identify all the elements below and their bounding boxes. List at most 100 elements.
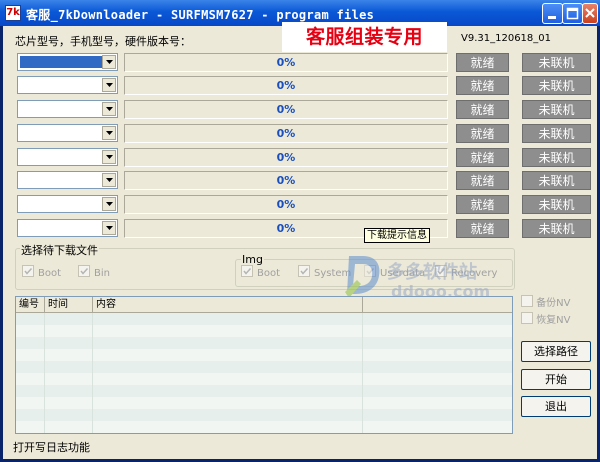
- port-connection-status: 未联机: [522, 219, 591, 238]
- log-row[interactable]: [16, 361, 512, 373]
- log-row[interactable]: [16, 349, 512, 361]
- boot-checkbox-box[interactable]: [22, 265, 34, 277]
- img-boot-checkbox-box[interactable]: [241, 265, 253, 277]
- bin-checkbox-box[interactable]: [78, 265, 90, 277]
- chevron-down-icon: [106, 83, 113, 87]
- port-connection-status: 未联机: [522, 100, 591, 119]
- port-connection-status: 未联机: [522, 148, 591, 167]
- check-icon: [243, 267, 252, 275]
- port-progress-bar: 0%: [124, 124, 448, 143]
- log-row[interactable]: [16, 409, 512, 421]
- port-row: 0% 就绪 未联机: [3, 148, 600, 168]
- port-select[interactable]: [17, 171, 118, 189]
- check-icon: [24, 267, 33, 275]
- img-system-checkbox-box[interactable]: [298, 265, 310, 277]
- bin-label: Bin: [94, 268, 110, 279]
- port-select[interactable]: [17, 148, 118, 166]
- log-col-content[interactable]: 内容: [93, 297, 363, 312]
- minimize-button[interactable]: [542, 3, 563, 24]
- download-tip-tooltip: 下载提示信息: [364, 228, 430, 243]
- port-select[interactable]: [17, 100, 118, 118]
- port-select[interactable]: [17, 124, 118, 142]
- dropdown-arrow-button[interactable]: [102, 126, 116, 140]
- chevron-down-icon: [106, 178, 113, 182]
- port-ready-status: 就绪: [456, 219, 509, 238]
- watermark-text-cn: 多多软件站: [387, 262, 477, 283]
- maximize-icon: [566, 7, 579, 20]
- check-icon: [80, 267, 89, 275]
- dropdown-arrow-button[interactable]: [102, 102, 116, 116]
- promo-banner: 客服组装专用: [282, 22, 447, 52]
- port-ready-status: 就绪: [456, 148, 509, 167]
- log-row[interactable]: [16, 385, 512, 397]
- port-ready-status: 就绪: [456, 171, 509, 190]
- backup-nv-checkbox[interactable]: 备份NV: [521, 294, 571, 309]
- dropdown-arrow-button[interactable]: [102, 173, 116, 187]
- port-ready-status: 就绪: [456, 53, 509, 72]
- dropdown-arrow-button[interactable]: [102, 78, 116, 92]
- bin-checkbox[interactable]: Bin: [78, 265, 110, 279]
- boot-checkbox[interactable]: Boot: [22, 265, 61, 279]
- log-row[interactable]: [16, 397, 512, 409]
- port-ready-status: 就绪: [456, 100, 509, 119]
- port-select[interactable]: [17, 195, 118, 213]
- log-col-time[interactable]: 时间: [45, 297, 93, 312]
- port-connection-status: 未联机: [522, 53, 591, 72]
- port-row: 0% 就绪 未联机: [3, 195, 600, 215]
- port-connection-status: 未联机: [522, 195, 591, 214]
- choose-path-button[interactable]: 选择路径: [521, 341, 591, 362]
- exit-button[interactable]: 退出: [521, 396, 591, 417]
- dropdown-arrow-button[interactable]: [102, 150, 116, 164]
- port-select-highlight: [20, 56, 102, 68]
- restore-nv-checkbox[interactable]: 恢复NV: [521, 311, 571, 326]
- log-table-body: [16, 313, 512, 433]
- start-button[interactable]: 开始: [521, 369, 591, 390]
- port-row: 0% 就绪 未联机: [3, 53, 600, 73]
- port-select[interactable]: [17, 53, 118, 71]
- dropdown-arrow-button[interactable]: [102, 221, 116, 235]
- port-row: 0% 就绪 未联机: [3, 219, 600, 239]
- chevron-down-icon: [106, 155, 113, 159]
- file-select-legend: 选择待下载文件: [20, 242, 99, 258]
- log-row[interactable]: [16, 337, 512, 349]
- maximize-button[interactable]: [562, 3, 583, 24]
- port-progress-bar: 0%: [124, 100, 448, 119]
- log-row[interactable]: [16, 313, 512, 325]
- port-row: 0% 就绪 未联机: [3, 76, 600, 96]
- backup-nv-checkbox-box[interactable]: [521, 295, 533, 307]
- port-connection-status: 未联机: [522, 171, 591, 190]
- log-table[interactable]: 编号 时间 内容: [15, 296, 513, 434]
- port-progress-bar: 0%: [124, 171, 448, 190]
- chevron-down-icon: [106, 226, 113, 230]
- port-row: 0% 就绪 未联机: [3, 124, 600, 144]
- close-button[interactable]: [582, 3, 598, 24]
- log-row[interactable]: [16, 421, 512, 433]
- minimize-icon: [548, 16, 556, 19]
- chevron-down-icon: [106, 131, 113, 135]
- img-boot-label: Boot: [257, 268, 281, 279]
- restore-nv-checkbox-box[interactable]: [521, 312, 533, 324]
- port-row: 0% 就绪 未联机: [3, 100, 600, 120]
- log-row[interactable]: [16, 373, 512, 385]
- port-select[interactable]: [17, 219, 118, 237]
- window-title: 客服_7kDownloader - SURFMSM7627 - program …: [26, 8, 375, 22]
- port-select[interactable]: [17, 76, 118, 94]
- dropdown-arrow-button[interactable]: [102, 197, 116, 211]
- backup-nv-label: 备份NV: [536, 298, 571, 309]
- log-row[interactable]: [16, 325, 512, 337]
- main-window: 7k 客服_7kDownloader - SURFMSM7627 - progr…: [0, 0, 600, 462]
- chevron-down-icon: [106, 202, 113, 206]
- restore-nv-label: 恢复NV: [536, 315, 571, 326]
- img-boot-checkbox[interactable]: Boot: [241, 265, 280, 279]
- chip-model-label: 芯片型号，手机型号，硬件版本号：: [15, 35, 191, 48]
- dropdown-arrow-button[interactable]: [102, 55, 116, 69]
- port-progress-bar: 0%: [124, 76, 448, 95]
- log-table-header: 编号 时间 内容: [16, 297, 512, 313]
- app-icon: 7k: [5, 5, 21, 21]
- log-col-id[interactable]: 编号: [16, 297, 45, 312]
- watermark-logo-icon: [345, 256, 380, 298]
- port-connection-status: 未联机: [522, 124, 591, 143]
- port-progress-bar: 0%: [124, 53, 448, 72]
- chevron-down-icon: [106, 60, 113, 64]
- port-progress-bar: 0%: [124, 195, 448, 214]
